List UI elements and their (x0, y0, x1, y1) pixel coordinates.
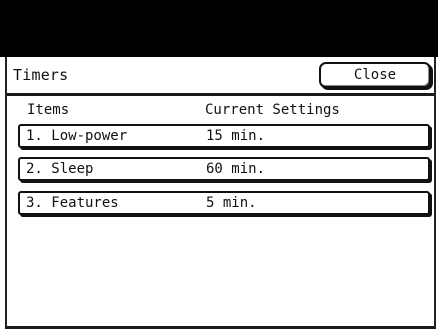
column-headers: Items Current Settings (7, 102, 434, 120)
timer-row-label: 2. Sleep (26, 161, 94, 177)
timers-panel: Timers Close Items Current Settings 1. L… (5, 57, 436, 329)
timer-row-value: 60 min. (206, 161, 266, 177)
timer-row-value: 5 min. (206, 195, 257, 211)
top-black-bar (0, 0, 438, 57)
page-title: Timers (13, 66, 69, 84)
timer-row-sleep[interactable]: 2. Sleep 60 min. (18, 157, 430, 181)
timers-screen: Timers Close Items Current Settings 1. L… (0, 0, 438, 333)
header-divider (7, 93, 434, 96)
timer-row-value: 15 min. (206, 128, 266, 144)
timer-row-label: 1. Low-power (26, 128, 128, 144)
timer-row-features[interactable]: 3. Features 5 min. (18, 191, 430, 215)
timer-row-label: 3. Features (26, 195, 119, 211)
items-column-header: Items (27, 102, 70, 118)
timer-row-low-power[interactable]: 1. Low-power 15 min. (18, 124, 430, 148)
panel-header: Timers Close (7, 57, 434, 93)
current-settings-column-header: Current Settings (205, 102, 340, 118)
close-button[interactable]: Close (319, 62, 431, 88)
